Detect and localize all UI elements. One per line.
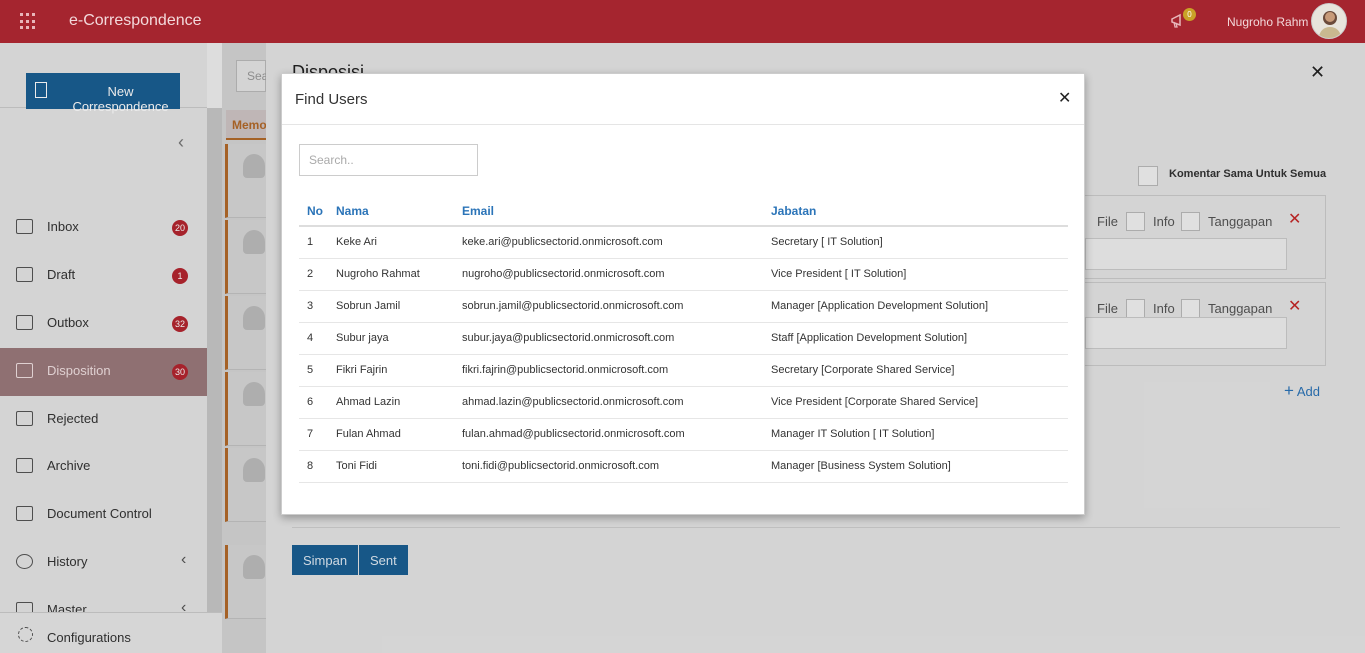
- cell-jabatan: Secretary [Corporate Shared Service]: [763, 354, 1068, 387]
- table-row[interactable]: 4 Subur jaya subur.jaya@publicsectorid.o…: [299, 322, 1068, 355]
- column-header-email[interactable]: Email: [454, 196, 763, 227]
- table-row[interactable]: 5 Fikri Fajrin fikri.fajrin@publicsector…: [299, 354, 1068, 387]
- modal-title: Find Users: [295, 91, 368, 108]
- table-row[interactable]: 2 Nugroho Rahmat nugroho@publicsectorid.…: [299, 258, 1068, 291]
- cell-email: subur.jaya@publicsectorid.onmicrosoft.co…: [454, 322, 763, 355]
- cell-nama: Sobrun Jamil: [328, 290, 454, 323]
- table-row[interactable]: 7 Fulan Ahmad fulan.ahmad@publicsectorid…: [299, 418, 1068, 451]
- app-title: e-Correspondence: [69, 12, 202, 29]
- cell-jabatan: Vice President [ IT Solution]: [763, 258, 1068, 291]
- apps-grid-icon[interactable]: [20, 13, 37, 30]
- avatar[interactable]: [1311, 3, 1347, 39]
- cell-email: nugroho@publicsectorid.onmicrosoft.com: [454, 258, 763, 291]
- cell-jabatan: Staff [Application Development Solution]: [763, 322, 1068, 355]
- cell-jabatan: Vice President [Corporate Shared Service…: [763, 386, 1068, 419]
- table-row[interactable]: 8 Toni Fidi toni.fidi@publicsectorid.onm…: [299, 450, 1068, 483]
- find-users-modal: Find Users ✕ No Nama Email Jabatan 1 Kek…: [281, 73, 1085, 515]
- cell-nama: Fikri Fajrin: [328, 354, 454, 387]
- cell-no: 8: [299, 450, 328, 483]
- search-input[interactable]: [299, 144, 478, 176]
- cell-no: 6: [299, 386, 328, 419]
- table-row[interactable]: 6 Ahmad Lazin ahmad.lazin@publicsectorid…: [299, 386, 1068, 419]
- cell-email: sobrun.jamil@publicsectorid.onmicrosoft.…: [454, 290, 763, 323]
- cell-nama: Nugroho Rahmat: [328, 258, 454, 291]
- cell-no: 2: [299, 258, 328, 291]
- cell-jabatan: Secretary [ IT Solution]: [763, 226, 1068, 259]
- table-row[interactable]: 1 Keke Ari keke.ari@publicsectorid.onmic…: [299, 226, 1068, 259]
- cell-nama: Keke Ari: [328, 226, 454, 259]
- cell-no: 1: [299, 226, 328, 259]
- user-name[interactable]: Nugroho Rahm: [1227, 15, 1308, 29]
- top-bar: e-Correspondence 0 Nugroho Rahm: [0, 0, 1365, 43]
- cell-email: fikri.fajrin@publicsectorid.onmicrosoft.…: [454, 354, 763, 387]
- table-row[interactable]: 3 Sobrun Jamil sobrun.jamil@publicsector…: [299, 290, 1068, 323]
- cell-nama: Toni Fidi: [328, 450, 454, 483]
- cell-email: fulan.ahmad@publicsectorid.onmicrosoft.c…: [454, 418, 763, 451]
- users-table: No Nama Email Jabatan 1 Keke Ari keke.ar…: [299, 196, 1068, 483]
- column-header-jabatan[interactable]: Jabatan: [763, 196, 1068, 227]
- close-icon[interactable]: ✕: [1058, 88, 1071, 108]
- cell-jabatan: Manager [Application Development Solutio…: [763, 290, 1068, 323]
- cell-jabatan: Manager [Business System Solution]: [763, 450, 1068, 483]
- cell-no: 5: [299, 354, 328, 387]
- cell-nama: Ahmad Lazin: [328, 386, 454, 419]
- column-header-no[interactable]: No: [299, 196, 328, 227]
- table-header-row: No Nama Email Jabatan: [299, 196, 1068, 227]
- cell-jabatan: Manager IT Solution [ IT Solution]: [763, 418, 1068, 451]
- modal-header: Find Users ✕: [282, 74, 1084, 125]
- cell-nama: Fulan Ahmad: [328, 418, 454, 451]
- cell-email: keke.ari@publicsectorid.onmicrosoft.com: [454, 226, 763, 259]
- cell-no: 7: [299, 418, 328, 451]
- cell-no: 4: [299, 322, 328, 355]
- cell-nama: Subur jaya: [328, 322, 454, 355]
- cell-email: ahmad.lazin@publicsectorid.onmicrosoft.c…: [454, 386, 763, 419]
- column-header-nama[interactable]: Nama: [328, 196, 454, 227]
- cell-email: toni.fidi@publicsectorid.onmicrosoft.com: [454, 450, 763, 483]
- notification-badge: 0: [1183, 8, 1196, 21]
- cell-no: 3: [299, 290, 328, 323]
